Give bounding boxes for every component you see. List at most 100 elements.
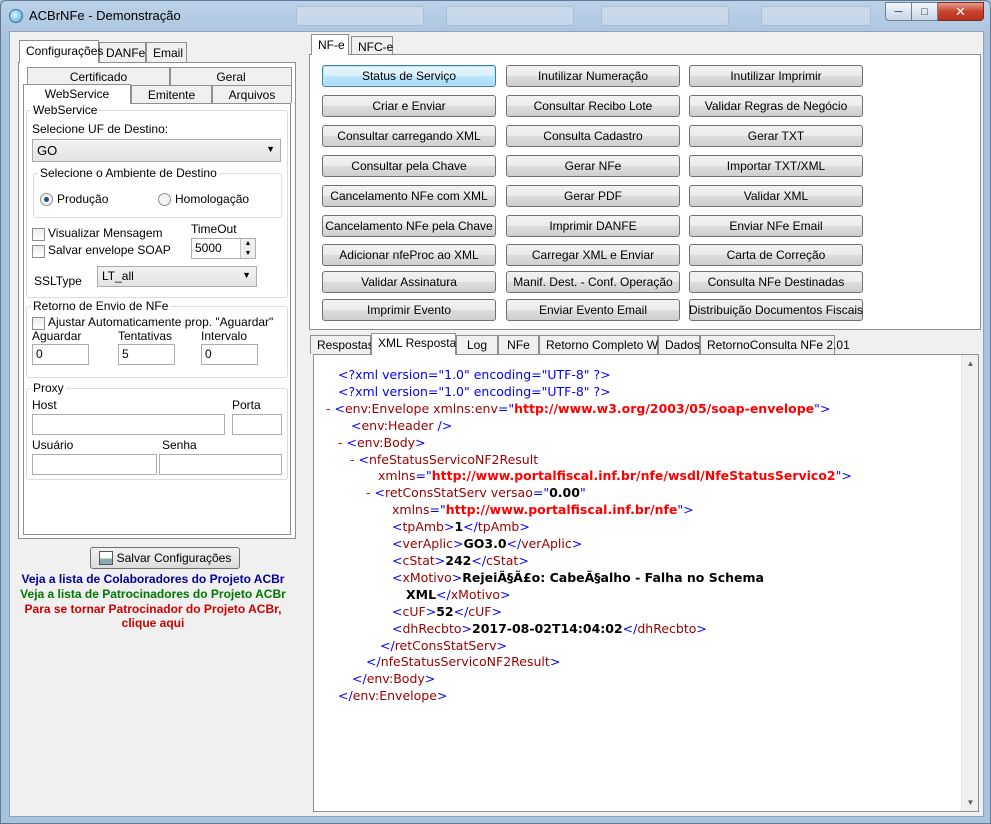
action-button[interactable]: Consultar pela Chave — [322, 155, 496, 177]
salvar-configuracoes-button[interactable]: Salvar Configurações — [90, 547, 240, 569]
homologacao-radio[interactable] — [158, 193, 171, 206]
action-button[interactable]: Criar e Enviar — [322, 95, 496, 117]
producao-radio[interactable] — [40, 193, 53, 206]
senha-input[interactable] — [159, 454, 282, 475]
action-button[interactable]: Status de Serviço — [322, 65, 496, 87]
action-button[interactable]: Cancelamento NFe pela Chave — [322, 215, 496, 237]
action-button[interactable]: Inutilizar Imprimir — [689, 65, 863, 87]
tentativas-label: Tentativas — [118, 329, 173, 343]
xml-pi-1: <?xml version="1.0" encoding="UTF-8" ?> — [338, 367, 611, 382]
aguardar-label: Aguardar — [32, 329, 82, 343]
webservice-panel: WebService Selecione UF de Destino: GO ▼… — [23, 103, 291, 535]
collapse-icon[interactable]: - — [366, 485, 371, 500]
tab-geral[interactable]: Geral — [170, 67, 292, 85]
xml-cstat: 242 — [445, 552, 472, 568]
tab-danfe[interactable]: DANFe — [99, 42, 146, 63]
xml-response-view[interactable]: <?xml version="1.0" encoding="UTF-8" ?> … — [313, 354, 979, 812]
patrocinador-link-line1[interactable]: Para se tornar Patrocinador do Projeto A… — [14, 602, 292, 616]
action-button[interactable]: Imprimir DANFE — [506, 215, 680, 237]
collapse-icon[interactable]: - — [350, 452, 355, 467]
host-input[interactable] — [32, 414, 225, 435]
action-button[interactable]: Gerar TXT — [689, 125, 863, 147]
tab-configuracoes[interactable]: Configurações — [19, 40, 103, 63]
action-button[interactable]: Consultar Recibo Lote — [506, 95, 680, 117]
action-button[interactable]: Adicionar nfeProc ao XML — [322, 244, 496, 266]
ghost-toolbar-button — [761, 6, 871, 26]
spin-up-icon[interactable]: ▲ — [241, 239, 255, 249]
client-area: Configurações DANFe Email Certificado Ge… — [9, 31, 984, 817]
collapse-icon[interactable]: - — [338, 435, 343, 450]
salvar-soap-checkbox[interactable] — [32, 245, 45, 258]
vertical-scrollbar[interactable]: ▲ ▼ — [961, 355, 978, 811]
tab-log[interactable]: Log — [456, 335, 498, 354]
timeout-spinner[interactable]: ▲ ▼ — [240, 239, 255, 258]
action-button[interactable]: Importar TXT/XML — [689, 155, 863, 177]
visualizar-checkbox[interactable] — [32, 228, 45, 241]
maximize-icon[interactable]: □ — [912, 2, 938, 21]
tab-xml-resposta[interactable]: XML Resposta — [371, 333, 456, 355]
visualizar-label: Visualizar Mensagem — [48, 226, 163, 240]
ssltype-select[interactable]: LT_all ▼ — [97, 266, 257, 287]
tab-nfe-xml[interactable]: NFe — [498, 335, 539, 354]
chevron-down-icon: ▼ — [242, 270, 251, 280]
webservice-group-label: WebService — [31, 103, 100, 117]
tab-emitente[interactable]: Emitente — [131, 85, 212, 103]
action-button[interactable]: Inutilizar Numeração — [506, 65, 680, 87]
patrocinador-link-line2[interactable]: clique aqui — [14, 616, 292, 630]
xml-veraplic: GO3.0 — [463, 536, 507, 552]
tab-dados[interactable]: Dados — [658, 335, 700, 354]
tab-retorno-completo[interactable]: Retorno Completo WS — [539, 335, 666, 354]
ghost-toolbar-button — [446, 6, 574, 26]
minimize-icon[interactable]: ─ — [885, 2, 912, 21]
tab-arquivos[interactable]: Arquivos — [212, 85, 292, 103]
action-button[interactable]: Consulta NFe Destinadas — [689, 271, 863, 293]
uf-select[interactable]: GO ▼ — [32, 139, 281, 162]
tab-retorno-consulta[interactable]: RetornoConsulta NFe 2.01 — [700, 335, 850, 354]
intervalo-label: Intervalo — [201, 329, 248, 343]
action-button[interactable]: Cancelamento NFe com XML — [322, 185, 496, 207]
action-button[interactable]: Distribuição Documentos Fiscais — [689, 299, 863, 321]
tab-certificado[interactable]: Certificado — [27, 67, 170, 85]
scroll-up-icon[interactable]: ▲ — [962, 355, 978, 372]
action-button[interactable]: Manif. Dest. - Conf. Operação — [506, 271, 680, 293]
action-button[interactable]: Gerar NFe — [506, 155, 680, 177]
tab-respostas[interactable]: Respostas — [310, 335, 374, 354]
tab-email[interactable]: Email — [146, 42, 187, 63]
colaboradores-link[interactable]: Veja a lista de Colaboradores do Projeto… — [14, 572, 292, 586]
action-button[interactable]: Gerar PDF — [506, 185, 680, 207]
action-button[interactable]: Enviar NFe Email — [689, 215, 863, 237]
action-button[interactable]: Enviar Evento Email — [506, 299, 680, 321]
action-button[interactable]: Consulta Cadastro — [506, 125, 680, 147]
action-button[interactable]: Validar Regras de Negócio — [689, 95, 863, 117]
homologacao-label: Homologação — [175, 192, 250, 206]
action-button[interactable]: Validar XML — [689, 185, 863, 207]
timeout-input[interactable]: 5000 ▲ ▼ — [191, 238, 256, 259]
spin-down-icon[interactable]: ▼ — [241, 249, 255, 259]
xml-xmotivo-cont: XML — [406, 586, 437, 602]
salvar-configuracoes-label: Salvar Configurações — [116, 551, 232, 565]
ssltype-select-value: LT_all — [102, 269, 134, 283]
scroll-down-icon[interactable]: ▼ — [962, 794, 978, 811]
collapse-icon[interactable]: - — [326, 401, 331, 416]
intervalo-input[interactable]: 0 — [201, 344, 258, 365]
retorno-group-label: Retorno de Envio de NFe — [31, 299, 171, 313]
xml-tpamb: 1 — [454, 519, 464, 535]
action-button[interactable]: Carregar XML e Enviar — [506, 244, 680, 266]
action-button[interactable]: Imprimir Evento — [322, 299, 496, 321]
usuario-input[interactable] — [32, 454, 157, 475]
porta-input[interactable] — [232, 414, 282, 435]
patrocinadores-link[interactable]: Veja a lista de Patrocinadores do Projet… — [14, 587, 292, 601]
proxy-group: Proxy Host Porta Usuário Senha — [26, 381, 288, 480]
title-bar[interactable]: ACBrNFe - Demonstração ─ □ ✕ — [1, 1, 990, 31]
close-icon[interactable]: ✕ — [938, 2, 984, 21]
uf-label: Selecione UF de Destino: — [32, 122, 169, 136]
action-button[interactable]: Validar Assinatura — [322, 271, 496, 293]
action-button[interactable]: Consultar carregando XML — [322, 125, 496, 147]
action-button[interactable]: Carta de Correção — [689, 244, 863, 266]
aguardar-input[interactable]: 0 — [32, 344, 89, 365]
app-window: ACBrNFe - Demonstração ─ □ ✕ Configuraçõ… — [0, 0, 991, 824]
tab-nfce[interactable]: NFC-e — [351, 36, 393, 55]
tab-webservice[interactable]: WebService — [23, 84, 131, 104]
tentativas-input[interactable]: 5 — [118, 344, 175, 365]
tab-nfe[interactable]: NF-e — [311, 34, 349, 55]
